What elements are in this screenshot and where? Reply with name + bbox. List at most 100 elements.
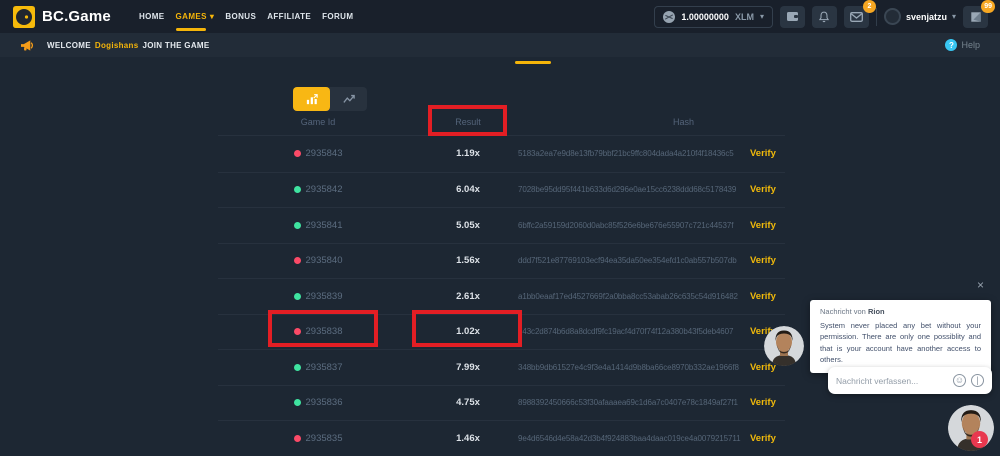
help-button[interactable]: ? Help <box>945 39 980 51</box>
trend-chart-icon <box>342 93 356 105</box>
status-dot <box>294 328 301 335</box>
result-value: 4.75x <box>418 397 518 408</box>
chat-message-card: Nachricht von Rion System never placed a… <box>810 300 991 373</box>
result-value: 5.05x <box>418 220 518 231</box>
game-id: 2935840 <box>306 255 343 266</box>
status-dot <box>294 364 301 371</box>
status-dot <box>294 186 301 193</box>
verify-link[interactable]: Verify <box>750 397 785 408</box>
verify-link[interactable]: Verify <box>750 148 785 159</box>
bell-icon <box>818 11 830 23</box>
notifications-button[interactable] <box>812 6 837 28</box>
status-dot <box>294 222 301 229</box>
hash-value: ddd7f521e87769103ecf94ea35da50ee354efd1c… <box>518 256 750 265</box>
currency-label: XLM <box>735 12 754 22</box>
hash-value: 5183a2ea7e9d8e13fb79bbf21bc9ffc804dada4a… <box>518 149 750 158</box>
chat-from-line: Nachricht von Rion <box>820 307 981 316</box>
game-id: 2935836 <box>306 397 343 408</box>
username-label: svenjatzu <box>906 12 947 22</box>
result-value: 2.61x <box>418 291 518 302</box>
wallet-button[interactable] <box>780 6 805 28</box>
result-value: 1.56x <box>418 255 518 266</box>
nav-item-affiliate[interactable]: AFFILIATE <box>267 0 311 33</box>
help-icon: ? <box>945 39 957 51</box>
verify-link[interactable]: Verify <box>750 255 785 266</box>
megaphone-icon <box>20 39 35 52</box>
table-row: 2935837 7.99x 348bb9db61527e4c9f3e4a1414… <box>218 349 785 385</box>
verify-link[interactable]: Verify <box>750 184 785 195</box>
hash-value: 348bb9db61527e4c9f3e4a1414d9b8ba66ce8970… <box>518 363 750 372</box>
user-menu[interactable]: svenjatzu ▾ <box>884 8 956 25</box>
column-header-hash: Hash <box>518 117 750 127</box>
game-id: 2935843 <box>306 148 343 159</box>
chat-input-bar: ☺ | <box>828 367 992 394</box>
announcement-suffix: JOIN THE GAME <box>142 41 209 50</box>
verify-link[interactable]: Verify <box>750 220 785 231</box>
bcgame-logo-icon <box>12 5 36 29</box>
chat-badge: 99 <box>981 0 995 13</box>
hash-value: 6bffc2a59159d2060d0abc85f526e6be676e5590… <box>518 221 750 230</box>
column-header-game-id: Game Id <box>218 117 418 127</box>
announcement-bar: WELCOME Dogishans JOIN THE GAME ? Help <box>0 33 1000 57</box>
result-value: 1.46x <box>418 433 518 444</box>
bar-chart-icon <box>305 93 319 105</box>
game-id: 2935837 <box>306 362 343 373</box>
nav-item-bonus[interactable]: BONUS <box>225 0 256 33</box>
game-id-cell: 2935840 <box>218 255 418 266</box>
hash-value: 9e4d6546d4e58a42d3b4f924883baa4daac019ce… <box>518 434 750 443</box>
announcement-prefix: WELCOME <box>47 41 91 50</box>
table-row: 2935842 6.04x 7028be95dd95f441b633d6d296… <box>218 172 785 208</box>
verify-link[interactable]: Verify <box>750 291 785 302</box>
attachment-icon[interactable]: | <box>971 374 984 387</box>
result-value: 1.02x <box>418 326 518 337</box>
help-label: Help <box>961 40 980 50</box>
top-header: BC.Game HOME GAMES ▾ BONUS AFFILIATE FOR… <box>0 0 1000 33</box>
chat-message-text: System never placed any bet without your… <box>820 320 981 365</box>
hash-value: 7028be95dd95f441b633d6d296e0ae15cc6238dd… <box>518 185 750 194</box>
emoji-icon[interactable]: ☺ <box>953 374 966 387</box>
game-id-cell: 2935843 <box>218 148 418 159</box>
chevron-down-icon: ▾ <box>210 12 214 21</box>
hash-value: a1bb0eaaf17ed4527669f2a0bba8cc53abab26c6… <box>518 292 750 301</box>
bcgame-logo[interactable]: BC.Game <box>12 5 111 29</box>
balance-selector[interactable]: 1.00000000 XLM ▾ <box>654 6 773 28</box>
announcement-text: WELCOME Dogishans JOIN THE GAME <box>47 41 210 50</box>
table-row: 2935835 1.46x 9e4d6546d4e58a42d3b4f92488… <box>218 420 785 456</box>
nav-games-label: GAMES <box>176 12 207 21</box>
game-id-cell: 2935836 <box>218 397 418 408</box>
result-value: 1.19x <box>418 148 518 159</box>
chat-message-input[interactable] <box>836 376 948 386</box>
game-id-cell: 2935839 <box>218 291 418 302</box>
wallet-icon <box>786 11 799 22</box>
logo-text: BC.Game <box>42 8 111 25</box>
chevron-down-icon: ▾ <box>760 12 764 21</box>
result-value: 6.04x <box>418 184 518 195</box>
chat-from-label: Nachricht von <box>820 307 866 316</box>
game-id-cell: 2935841 <box>218 220 418 231</box>
chat-sender-avatar <box>764 326 804 366</box>
game-id-cell: 2935835 <box>218 433 418 444</box>
chevron-down-icon: ▾ <box>952 12 956 21</box>
game-id: 2935839 <box>306 291 343 302</box>
table-row: 2935841 5.05x 6bffc2a59159d2060d0abc85f5… <box>218 207 785 243</box>
balance-amount: 1.00000000 <box>681 12 729 22</box>
mail-icon <box>850 12 863 22</box>
status-dot <box>294 257 301 264</box>
messages-button[interactable]: 2 <box>844 6 869 28</box>
nav-item-forum[interactable]: FORUM <box>322 0 353 33</box>
nav-item-games[interactable]: GAMES ▾ <box>176 0 215 33</box>
game-history-table: Game Id Result Hash 2935843 1.19x 5183a2… <box>218 108 785 456</box>
nav-item-home[interactable]: HOME <box>139 0 165 33</box>
game-id-cell: 2935842 <box>218 184 418 195</box>
header-right: 1.00000000 XLM ▾ 2 svenjatzu <box>654 6 988 28</box>
main-nav: HOME GAMES ▾ BONUS AFFILIATE FORUM <box>139 0 353 33</box>
table-row: 2935840 1.56x ddd7f521e87769103ecf94ea35… <box>218 243 785 279</box>
column-header-result: Result <box>418 117 518 127</box>
close-icon[interactable]: × <box>977 279 984 291</box>
user-avatar <box>884 8 901 25</box>
verify-link[interactable]: Verify <box>750 433 785 444</box>
game-id-cell: 2935838 <box>218 326 418 337</box>
chat-toggle-button[interactable]: 99 <box>963 6 988 28</box>
status-dot <box>294 399 301 406</box>
chat-launcher-avatar[interactable] <box>948 405 994 451</box>
